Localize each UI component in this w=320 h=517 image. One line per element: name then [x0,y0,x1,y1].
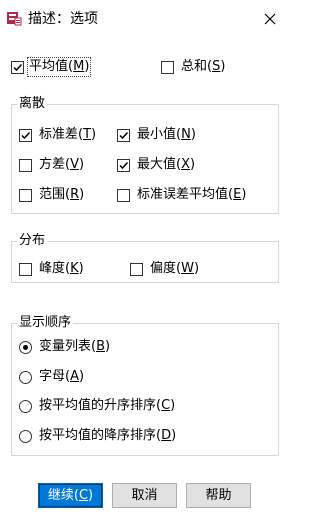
window-title: 描述：选项 [28,11,98,27]
sum-checkbox[interactable] [161,61,174,74]
display-order-legend: 显示顺序 [17,315,74,331]
cancel-button[interactable]: 取消 [112,483,177,508]
distribution-legend: 分布 [17,233,48,249]
descending-means-radio[interactable] [19,430,32,443]
checkmark-icon [119,161,129,170]
dispersion-legend: 离散 [17,96,48,112]
skewness-checkbox[interactable] [130,263,143,276]
maximum-label[interactable]: 最大值(X) [137,157,195,173]
title-bar: 描述：选项 [0,0,290,40]
std-error-mean-checkbox[interactable] [117,189,130,202]
ascending-means-label[interactable]: 按平均值的升序排序(C) [39,398,175,414]
maximum-checkbox[interactable] [117,159,130,172]
mean-label[interactable]: 平均值(M) [26,57,92,77]
spss-dialog-icon [7,12,22,26]
std-dev-checkbox[interactable] [19,129,32,142]
range-checkbox[interactable] [19,189,32,202]
checkmark-icon [13,63,23,72]
alphabetic-radio[interactable] [19,371,32,384]
range-label[interactable]: 范围(R) [39,187,84,203]
kurtosis-label[interactable]: 峰度(K) [39,261,84,277]
skewness-label[interactable]: 偏度(W) [150,261,199,277]
checkmark-icon [21,131,31,140]
variable-list-label[interactable]: 变量列表(B) [39,339,110,355]
minimum-label[interactable]: 最小值(N) [137,127,196,143]
descending-means-label[interactable]: 按平均值的降序排序(D) [39,428,176,444]
minimum-checkbox[interactable] [117,129,130,142]
radio-selected-dot [23,345,28,350]
std-error-mean-label[interactable]: 标准误差平均值(E) [137,187,246,203]
close-icon[interactable] [259,8,281,30]
variance-label[interactable]: 方差(V) [39,157,84,173]
continue-button[interactable]: 继续(C) [38,483,103,508]
ascending-means-radio[interactable] [19,400,32,413]
mean-checkbox[interactable] [11,61,24,74]
variable-list-radio[interactable] [19,341,32,354]
variance-checkbox[interactable] [19,159,32,172]
std-dev-label[interactable]: 标准差(T) [39,127,96,143]
help-button[interactable]: 帮助 [186,483,251,508]
checkmark-icon [119,131,129,140]
alphabetic-label[interactable]: 字母(A) [39,369,84,385]
kurtosis-checkbox[interactable] [19,263,32,276]
sum-label[interactable]: 总和(S) [181,59,225,75]
